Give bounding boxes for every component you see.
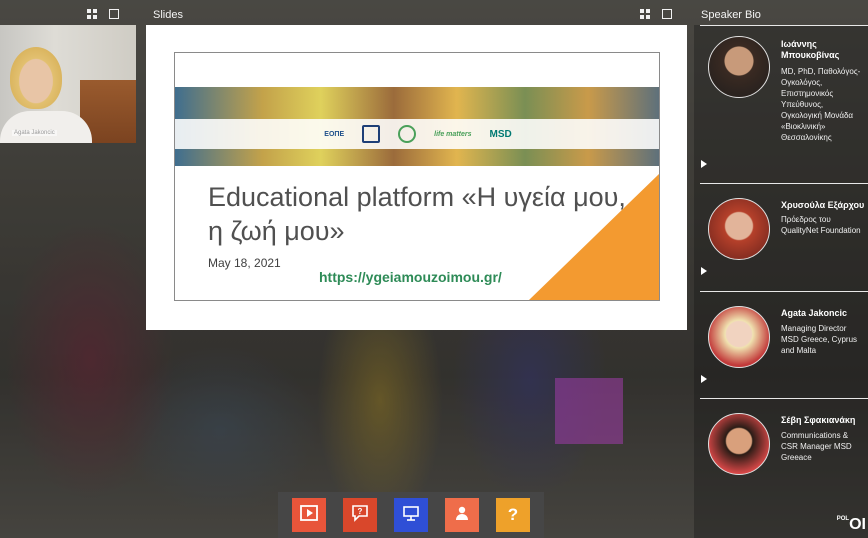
video-panel[interactable]: Agata Jakoncic: [0, 25, 136, 143]
slide-content: ΕΟΠΕ life matters MSD Educational platfo…: [174, 52, 660, 301]
video-person-body: [0, 111, 92, 143]
speaker-role: Πρόεδρος του QualityNet Foundation: [781, 215, 861, 235]
speaker-name: Χρυσούλα Εξάρχου: [781, 200, 865, 210]
maximize-icon[interactable]: [662, 9, 672, 19]
bio-divider: [700, 183, 868, 184]
brand-logo-text: OI: [849, 516, 866, 533]
fit-screen-icon[interactable]: [87, 9, 97, 19]
slide-url: https://ygeiamouzoimou.gr/: [319, 269, 502, 285]
bio-divider: [700, 25, 868, 26]
ygeia-logo: [398, 125, 417, 143]
institution-logo: [362, 125, 381, 143]
person-icon: [453, 504, 471, 527]
speaker-name: Agata Jakoncic: [781, 308, 848, 318]
speaker-name: Σέβη Σφακιανάκη: [781, 415, 856, 425]
background-accent-box: [555, 378, 623, 444]
slide-orange-triangle: [529, 174, 659, 300]
bio-divider: [700, 398, 868, 399]
speaker-avatar: [708, 413, 770, 475]
speaker-role: Managing Director MSD Greece, Cyprus and…: [781, 324, 858, 355]
presentation-button[interactable]: [394, 498, 428, 532]
play-icon[interactable]: [701, 375, 707, 383]
bio-divider: [700, 291, 868, 292]
svg-text:?: ?: [358, 507, 363, 516]
slide-date: May 18, 2021: [208, 256, 281, 270]
video-play-button[interactable]: [292, 498, 326, 532]
life-matters-logo: life matters: [434, 130, 472, 138]
slides-panel-title: Slides: [153, 9, 183, 21]
speaker-name: Ιωάννης Μπουκοβίνας: [781, 39, 840, 60]
brand-logo: POLOI: [837, 516, 866, 534]
presentation-icon: [402, 504, 420, 527]
slides-panel[interactable]: ΕΟΠΕ life matters MSD Educational platfo…: [146, 25, 687, 330]
speaker-button[interactable]: [445, 498, 479, 532]
speaker-role: Communications & CSR Manager MSD Greeace: [781, 431, 852, 462]
play-icon[interactable]: [701, 160, 707, 168]
help-button[interactable]: ?: [496, 498, 530, 532]
bottom-toolbar: ? ?: [278, 492, 544, 538]
msd-logo: MSD: [489, 128, 512, 140]
fit-screen-icon[interactable]: [640, 9, 650, 19]
help-icon: ?: [507, 505, 519, 524]
brand-logo-small: POL: [836, 516, 850, 522]
eope-logo: ΕΟΠΕ: [324, 130, 345, 138]
video-person-head: [10, 47, 62, 109]
slide-logo-strip: ΕΟΠΕ life matters MSD: [175, 119, 659, 149]
speaker-bio-title: Speaker Bio: [701, 9, 761, 21]
slides-window-controls: [640, 9, 672, 19]
video-window-controls: [87, 9, 119, 19]
questions-button[interactable]: ?: [343, 498, 377, 532]
video-participant-name: Agata Jakoncic: [12, 130, 57, 136]
maximize-icon[interactable]: [109, 9, 119, 19]
video-play-icon: [300, 504, 318, 527]
question-chat-icon: ?: [351, 504, 369, 527]
speaker-avatar: [708, 198, 770, 260]
speaker-avatar: [708, 306, 770, 368]
play-icon[interactable]: [701, 267, 707, 275]
speaker-role: MD, PhD, Παθολόγος-Ογκολόγος, Επιστημονι…: [781, 67, 861, 142]
speaker-avatar: [708, 36, 770, 98]
